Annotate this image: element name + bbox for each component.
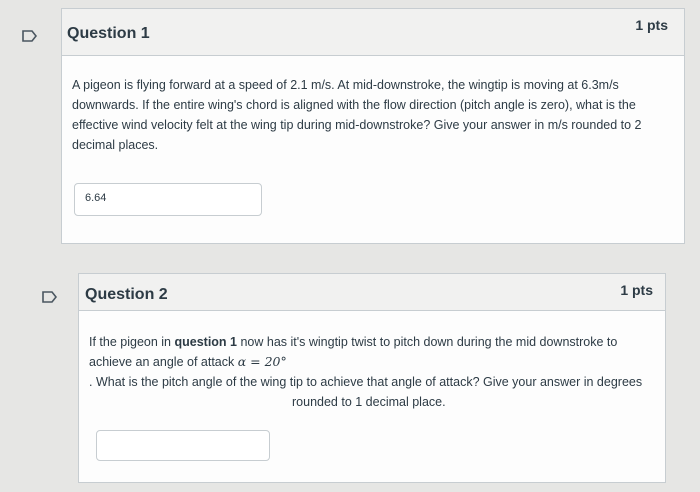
question-text: If the pigeon in question 1 now has it's… [89,332,649,372]
question-text: A pigeon is flying forward at a speed of… [72,78,642,152]
answer-input[interactable]: 6.64 [74,183,262,216]
question-reference: question 1 [174,335,237,349]
question-2-card: Question 2 1 pts If the pigeon in questi… [78,273,666,483]
question-1-card: Question 1 1 pts A pigeon is flying forw… [61,8,685,244]
question-text-line: rounded to 1 decimal place. [292,395,446,409]
question-points: 1 pts [620,282,653,298]
question-text-part: If the pigeon in [89,335,175,349]
question-text-line: . What is the pitch angle of the wing ti… [89,375,643,389]
question-2-header: Question 2 1 pts [79,274,665,311]
alpha-expression: α = 20° [237,354,287,369]
bookmark-flag-icon[interactable] [42,291,57,303]
question-1-header: Question 1 1 pts [62,9,684,56]
question-title: Question 1 [67,25,150,42]
bookmark-flag-icon[interactable] [22,30,37,42]
answer-input[interactable] [96,430,270,461]
question-points: 1 pts [635,17,668,33]
question-title: Question 2 [85,286,168,303]
